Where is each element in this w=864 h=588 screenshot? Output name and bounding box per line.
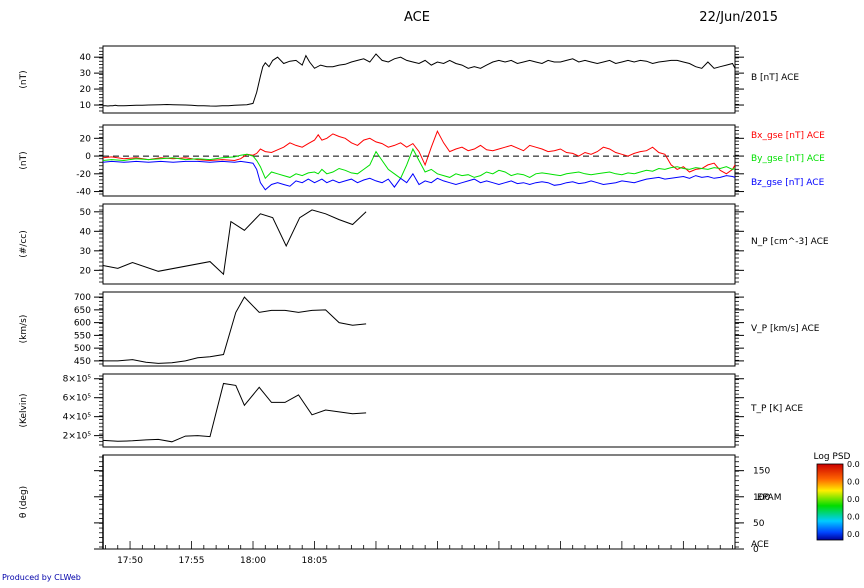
panel-frame xyxy=(102,454,736,550)
x-tick-label: 17:55 xyxy=(179,556,205,566)
legend-label: N_P [cm^-3] ACE xyxy=(751,237,829,247)
y-axis-label: (Kelvin) xyxy=(19,393,29,427)
series-line-2-1 xyxy=(102,129,736,175)
legend-label: V_P [km/s] ACE xyxy=(751,324,820,334)
chart-title: ACE xyxy=(404,10,430,25)
panel-1: (nT) 10 20 30 40 B [nT] ACE xyxy=(19,45,799,114)
panel-3: (#/cc) 20 30 40 50 N_P [cm^-3] ACE xyxy=(19,203,829,285)
colorbar-tick-label: 0.0 xyxy=(847,495,860,504)
y-tick-label: 8×10⁵ xyxy=(63,375,92,385)
y-tick-label: 6×10⁵ xyxy=(63,394,92,404)
legend-label: B [nT] ACE xyxy=(751,73,799,83)
colorbar-scale xyxy=(816,463,844,541)
y-tick-label: 20 xyxy=(80,266,92,276)
colorbar: Log PSD0.00.00.00.00.0 xyxy=(813,452,860,541)
panel-6: θ (deg)050100150EPAMACE xyxy=(19,454,781,555)
y-tick-label: 50 xyxy=(80,208,92,218)
colorbar-tick-label: 0.0 xyxy=(847,460,860,469)
y-tick-label: 30 xyxy=(80,69,92,79)
panel-frame xyxy=(102,203,736,285)
panel-2: (nT) -40 -20 0 20 Bx_gse [nT] ACE By_gse [nT] … xyxy=(19,124,825,198)
y-tick-label: 150 xyxy=(753,467,770,477)
y-axis-label: θ (deg) xyxy=(19,486,29,518)
y-tick-label: 650 xyxy=(74,306,91,316)
time-axis: 17:50 17:55 18:00 18:05 xyxy=(105,541,733,566)
spacecraft-label: ACE xyxy=(751,540,769,550)
ace-stack-plot: ACE 22/Jun/2015 (nT)10203040B [nT] ACE(n… xyxy=(19,10,860,566)
y-tick-label: 10 xyxy=(80,101,92,111)
series-line-3-1 xyxy=(102,209,367,276)
colorbar-title: Log PSD xyxy=(813,452,850,462)
y-tick-label: 40 xyxy=(80,227,92,237)
y-tick-label: 700 xyxy=(74,293,91,303)
panel-4: (km/s) 450 500 550 600 650 700 V_P [km/s] ACE xyxy=(19,291,820,367)
y-tick-label: 40 xyxy=(80,53,92,63)
y-axis-label: (#/cc) xyxy=(19,230,29,258)
y-tick-label: 20 xyxy=(80,85,92,95)
series-line-5-1 xyxy=(102,382,367,443)
y-tick-label: 600 xyxy=(74,319,91,329)
x-tick-label: 18:05 xyxy=(302,556,328,566)
panel-frame xyxy=(102,45,736,114)
panel-5: (Kelvin) 2×10⁵ 4×10⁵ 6×10⁵ 8×10⁵ T_P [K] ACE xyxy=(19,373,803,448)
panels-group: (nT) 10 20 30 40 B [nT] ACE (nT) -40 -20 0 20 Bx_gs… xyxy=(19,45,829,555)
y-tick-label: 20 xyxy=(80,134,92,144)
series-line-2-3 xyxy=(102,160,736,191)
legend-label: Bz_gse [nT] ACE xyxy=(751,178,825,188)
y-axis-label: (nT) xyxy=(19,151,29,169)
y-tick-label: 2×10⁵ xyxy=(63,432,92,442)
x-tick-label: 18:00 xyxy=(240,556,266,566)
series-line-2-2 xyxy=(102,147,736,180)
y-tick-label: -20 xyxy=(76,170,91,180)
y-tick-label: 0 xyxy=(85,152,91,162)
chart-date: 22/Jun/2015 xyxy=(699,10,778,25)
colorbar-tick-label: 0.0 xyxy=(847,530,860,539)
y-axis-label: (km/s) xyxy=(19,315,29,344)
legend-label: Bx_gse [nT] ACE xyxy=(751,131,825,141)
legend-label: By_gse [nT] ACE xyxy=(751,154,825,164)
y-tick-label: 30 xyxy=(80,247,92,257)
legend-label: T_P [K] ACE xyxy=(750,404,803,414)
instrument-label: EPAM xyxy=(757,493,781,503)
y-tick-label: 50 xyxy=(753,519,765,529)
y-tick-label: 550 xyxy=(74,331,91,341)
footer-credit: Produced by CLWeb xyxy=(2,573,81,582)
series-line-4-1 xyxy=(103,296,367,364)
y-tick-label: 450 xyxy=(74,357,91,367)
y-tick-label: 500 xyxy=(74,344,91,354)
y-tick-label: 4×10⁵ xyxy=(63,413,92,423)
panel-frame xyxy=(102,291,736,367)
x-tick-label: 17:50 xyxy=(117,556,143,566)
series-line-1-1 xyxy=(102,53,736,107)
y-axis-label: (nT) xyxy=(19,70,29,88)
colorbar-tick-label: 0.0 xyxy=(847,513,860,522)
colorbar-tick-label: 0.0 xyxy=(847,478,860,487)
y-tick-label: -40 xyxy=(76,188,91,198)
